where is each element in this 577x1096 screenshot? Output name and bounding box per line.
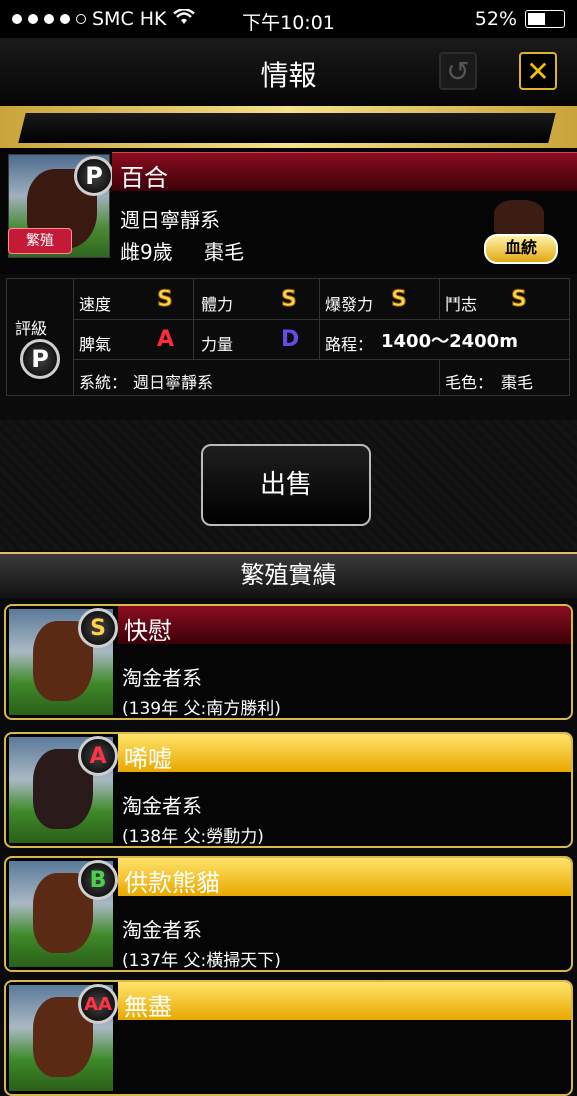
distance-value: 1400～2400m — [381, 331, 518, 352]
battery-percent: 52% — [474, 8, 517, 30]
horse-gender-age: 雌9歲 — [120, 240, 173, 264]
temper-label: 脾氣 — [79, 335, 112, 354]
coat-label: 毛色： — [445, 373, 494, 392]
battery-area: 52% — [475, 8, 565, 30]
offspring-name-bar: 唏嘘 — [118, 734, 571, 773]
offspring-line: 淘金者系 — [122, 794, 202, 818]
stats-table: 評級 P 速度 S 體力 S 爆發力 S 鬥志 S 脾氣 A 力量 D 路程： … — [6, 278, 570, 396]
distance-label: 路程： — [325, 335, 374, 354]
speed-grade: S — [157, 287, 174, 313]
horse-name: 百合 — [120, 164, 168, 192]
sell-button[interactable]: 出售 — [201, 444, 371, 526]
rank-badge: P — [74, 156, 114, 196]
page-title: 情報 — [260, 59, 317, 92]
temper-grade: A — [157, 327, 175, 352]
offspring-name-bar: 無盡 — [118, 982, 571, 1021]
rank-badge: S — [78, 608, 118, 648]
horse-coat: 棗毛 — [204, 240, 244, 264]
offspring-name: 唏嘘 — [124, 745, 172, 773]
breeding-tag: 繁殖 — [8, 228, 72, 254]
grade-label: 評級 — [15, 319, 48, 338]
horse-line: 週日寧靜系 — [120, 208, 220, 232]
header: 情報 ↺ ✕ — [0, 38, 577, 108]
rank-badge: AA — [78, 984, 118, 1024]
offspring-name: 供款熊貓 — [124, 869, 220, 897]
battery-icon — [525, 10, 565, 28]
status-bar: SMC HK 下午10:01 52% — [0, 0, 577, 38]
offspring-detail: (139年 父:南方勝利) — [122, 699, 281, 719]
power-grade: D — [281, 327, 300, 352]
gold-divider-bar — [0, 106, 577, 148]
offspring-detail: (137年 父:橫掃天下) — [122, 951, 281, 971]
burst-grade: S — [391, 287, 408, 313]
offspring-name: 無盡 — [124, 993, 172, 1021]
offspring-name: 快慰 — [124, 617, 172, 645]
battery-fill — [528, 13, 545, 25]
sell-area: 出售 — [0, 420, 577, 550]
close-icon: ✕ — [526, 54, 550, 88]
system-label: 系統： — [79, 373, 128, 392]
offspring-detail: (138年 父:勞動力) — [122, 827, 264, 847]
rank-badge: A — [78, 736, 118, 776]
grade-badge: P — [20, 339, 60, 379]
pedigree-horse-icon — [494, 200, 544, 234]
burst-label: 爆發力 — [325, 295, 374, 314]
speed-label: 速度 — [79, 295, 112, 314]
offspring-name-bar: 供款熊貓 — [118, 858, 571, 897]
power-label: 力量 — [201, 335, 234, 354]
close-button[interactable]: ✕ — [519, 52, 557, 90]
coat-value: 棗毛 — [501, 373, 534, 392]
refresh-icon: ↺ — [446, 54, 470, 88]
offspring-line: 淘金者系 — [122, 918, 202, 942]
list-item[interactable]: B 供款熊貓 淘金者系 (137年 父:橫掃天下) — [4, 856, 573, 972]
spirit-label: 鬥志 — [445, 295, 478, 314]
offspring-name-bar: 快慰 — [118, 606, 571, 645]
offspring-list[interactable]: S 快慰 淘金者系 (139年 父:南方勝利) A 唏嘘 淘金者系 (138年 … — [0, 598, 577, 1096]
list-item[interactable]: S 快慰 淘金者系 (139年 父:南方勝利) — [4, 604, 573, 720]
horse-name-bar: 百合 — [112, 152, 577, 192]
list-item[interactable]: AA 無盡 — [4, 980, 573, 1096]
section-title: 繁殖實績 — [0, 552, 577, 598]
system-value: 週日寧靜系 — [133, 373, 214, 392]
rank-badge: B — [78, 860, 118, 900]
list-item[interactable]: A 唏嘘 淘金者系 (138年 父:勞動力) — [4, 732, 573, 848]
refresh-button[interactable]: ↺ — [439, 52, 477, 90]
grade-cell: 評級 P — [7, 279, 74, 395]
spirit-grade: S — [511, 287, 528, 313]
stamina-label: 體力 — [201, 295, 234, 314]
stamina-grade: S — [281, 287, 298, 313]
pedigree-button[interactable]: 血統 — [484, 234, 558, 264]
offspring-line: 淘金者系 — [122, 666, 202, 690]
